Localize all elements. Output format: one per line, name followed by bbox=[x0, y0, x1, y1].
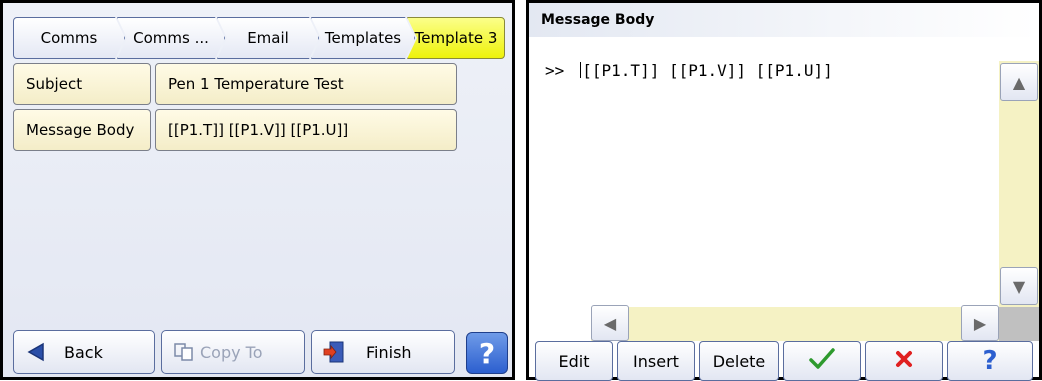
vertical-scrollbar[interactable]: ▲ ▼ bbox=[999, 61, 1039, 307]
breadcrumb-comms[interactable]: Comms bbox=[13, 17, 125, 59]
bottom-toolbar: Back Copy To Finish ? bbox=[13, 330, 508, 374]
subject-label[interactable]: Subject bbox=[13, 63, 151, 105]
copy-icon bbox=[170, 338, 198, 366]
copy-to-button[interactable]: Copy To bbox=[161, 330, 305, 374]
edit-button[interactable]: Edit bbox=[535, 341, 613, 381]
insert-label: Insert bbox=[633, 351, 679, 371]
template-settings-panel: Comms Comms ... Email Templates Template… bbox=[0, 0, 515, 380]
arrow-left-icon: ◀ bbox=[603, 313, 617, 333]
message-body-value[interactable]: [[P1.T]] [[P1.V]] [[P1.U]] bbox=[155, 109, 457, 151]
breadcrumb-email[interactable]: Email bbox=[217, 17, 319, 59]
delete-label: Delete bbox=[712, 351, 766, 371]
breadcrumb: Comms Comms ... Email Templates Template… bbox=[13, 17, 505, 59]
ok-button[interactable] bbox=[783, 341, 861, 381]
breadcrumb-label: Comms ... bbox=[133, 29, 209, 47]
scroll-right-button[interactable]: ▶ bbox=[961, 305, 999, 341]
cross-icon bbox=[894, 349, 914, 373]
subject-value[interactable]: Pen 1 Temperature Test bbox=[155, 63, 457, 105]
arrow-up-icon: ▲ bbox=[1012, 72, 1026, 92]
breadcrumb-comms-sub[interactable]: Comms ... bbox=[117, 17, 225, 59]
breadcrumb-label: Comms bbox=[40, 29, 98, 47]
breadcrumb-label: Templates bbox=[324, 29, 402, 47]
help-button[interactable]: ? bbox=[947, 341, 1033, 381]
copy-to-label: Copy To bbox=[200, 342, 263, 362]
breadcrumb-template-3[interactable]: Template 3 bbox=[407, 17, 505, 59]
breadcrumb-label: Template 3 bbox=[414, 29, 498, 47]
checkmark-icon bbox=[808, 347, 836, 375]
insert-button[interactable]: Insert bbox=[617, 341, 695, 381]
cancel-button[interactable] bbox=[865, 341, 943, 381]
delete-button[interactable]: Delete bbox=[699, 341, 779, 381]
finish-button[interactable]: Finish bbox=[311, 330, 455, 374]
scroll-up-button[interactable]: ▲ bbox=[1000, 63, 1038, 101]
breadcrumb-templates[interactable]: Templates bbox=[311, 17, 415, 59]
breadcrumb-label: Email bbox=[247, 29, 289, 47]
finish-door-icon bbox=[320, 338, 348, 366]
back-label: Back bbox=[64, 342, 103, 362]
message-text: [[P1.T]] [[P1.V]] [[P1.U]] bbox=[582, 61, 833, 80]
back-arrow-icon bbox=[22, 338, 50, 366]
editor-title: Message Body bbox=[529, 3, 1039, 37]
scrollbar-corner bbox=[999, 307, 1039, 341]
help-question-icon: ? bbox=[982, 346, 998, 376]
horizontal-scrollbar[interactable]: ◀ ▶ bbox=[591, 305, 999, 341]
edit-label: Edit bbox=[558, 351, 590, 371]
scroll-down-button[interactable]: ▼ bbox=[1000, 267, 1038, 305]
finish-label: Finish bbox=[366, 342, 412, 362]
message-body-label[interactable]: Message Body bbox=[13, 109, 151, 151]
editor-toolbar: Edit Insert Delete ? bbox=[535, 341, 1033, 381]
message-body-editor: Message Body >> [[P1.T]] [[P1.V]] [[P1.U]… bbox=[526, 0, 1042, 381]
line-prompt: >> bbox=[545, 61, 565, 80]
arrow-down-icon: ▼ bbox=[1012, 276, 1026, 296]
help-label: ? bbox=[478, 336, 496, 370]
arrow-right-icon: ▶ bbox=[973, 313, 987, 333]
scroll-left-button[interactable]: ◀ bbox=[591, 305, 629, 341]
message-text-area[interactable]: >> [[P1.T]] [[P1.V]] [[P1.U]] bbox=[545, 61, 833, 80]
help-button[interactable]: ? bbox=[466, 332, 508, 374]
back-button[interactable]: Back bbox=[13, 330, 155, 374]
